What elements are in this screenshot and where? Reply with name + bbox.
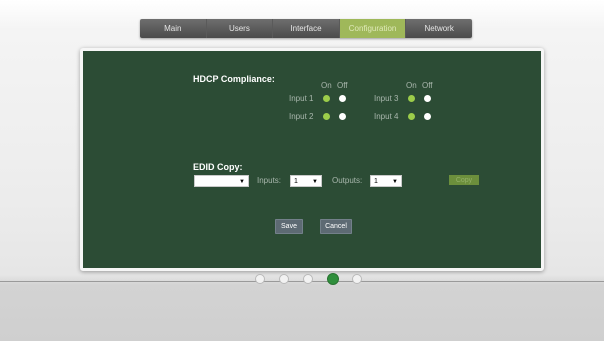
inputs-value: 1 (294, 178, 298, 185)
chevron-down-icon: ▼ (239, 179, 245, 185)
hdcp-on-header-right: On (406, 81, 417, 90)
tab-interface[interactable]: Interface (273, 19, 340, 38)
input-1-on-radio[interactable] (323, 95, 330, 102)
inputs-select[interactable]: 1 ▼ (290, 175, 322, 187)
outputs-label: Outputs: (332, 176, 363, 185)
page-dot-1[interactable] (255, 274, 265, 284)
input-3-label: Input 3 (374, 94, 399, 103)
page-dot-4-active[interactable] (327, 273, 339, 285)
hdcp-off-header-left: Off (337, 81, 348, 90)
input-3-off-radio[interactable] (424, 95, 431, 102)
cancel-button[interactable]: Cancel (320, 219, 352, 234)
input-4-label: Input 4 (374, 112, 399, 121)
tab-network[interactable]: Network (406, 19, 472, 38)
edid-source-select[interactable]: ▼ (194, 175, 249, 187)
input-2-label: Input 2 (289, 112, 314, 121)
save-button[interactable]: Save (275, 219, 303, 234)
hdcp-compliance-title: HDCP Compliance: (193, 74, 275, 84)
input-2-on-radio[interactable] (323, 113, 330, 120)
outputs-select[interactable]: 1 ▼ (370, 175, 402, 187)
input-1-off-radio[interactable] (339, 95, 346, 102)
input-1-label: Input 1 (289, 94, 314, 103)
page-dot-2[interactable] (279, 274, 289, 284)
outputs-value: 1 (374, 178, 378, 185)
input-2-off-radio[interactable] (339, 113, 346, 120)
inputs-label: Inputs: (257, 176, 282, 185)
input-4-off-radio[interactable] (424, 113, 431, 120)
chevron-down-icon: ▼ (312, 179, 318, 185)
divider-line (0, 281, 604, 282)
tab-main[interactable]: Main (140, 19, 207, 38)
hdcp-on-header-left: On (321, 81, 332, 90)
hdcp-off-header-right: Off (422, 81, 433, 90)
input-3-on-radio[interactable] (408, 95, 415, 102)
page-dot-5[interactable] (352, 274, 362, 284)
page-dot-3[interactable] (303, 274, 313, 284)
tab-users[interactable]: Users (207, 19, 274, 38)
input-4-on-radio[interactable] (408, 113, 415, 120)
configuration-panel: HDCP Compliance: On Off On Off Input 1 I… (80, 48, 544, 271)
tab-configuration[interactable]: Configuration (339, 19, 407, 38)
copy-button[interactable]: Copy (449, 175, 479, 185)
chevron-down-icon: ▼ (392, 179, 398, 185)
top-nav: Main Users Interface Configuration Netwo… (140, 19, 472, 38)
edid-copy-title: EDID Copy: (193, 162, 243, 172)
